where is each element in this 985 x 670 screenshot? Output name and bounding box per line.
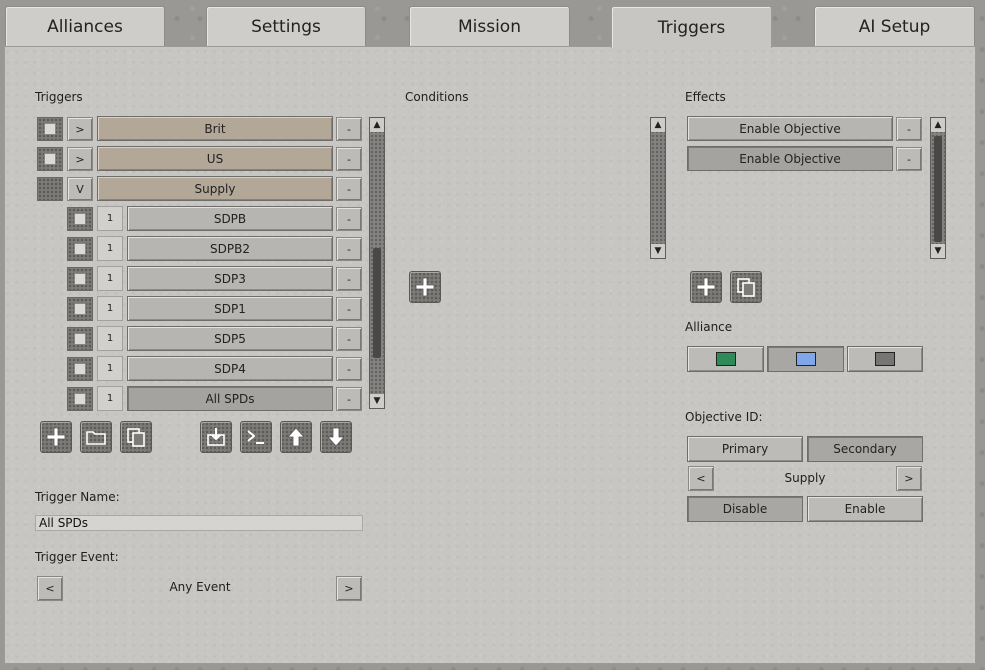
trigger-remove-button[interactable]: - — [336, 327, 362, 351]
trigger-remove-button[interactable]: - — [336, 357, 362, 381]
trigger-checkbox[interactable] — [67, 297, 93, 321]
effect-remove-button[interactable]: - — [896, 117, 922, 141]
trigger-checkbox[interactable] — [67, 357, 93, 381]
conditions-heading: Conditions — [405, 90, 469, 104]
event-next-button[interactable]: > — [336, 576, 362, 601]
alliance-green-button[interactable] — [687, 346, 764, 372]
trigger-count: 1 — [97, 296, 123, 321]
trigger-count: 1 — [97, 236, 123, 261]
trigger-event-value: Any Event — [169, 580, 231, 594]
effect-remove-button[interactable]: - — [896, 147, 922, 171]
trigger-item[interactable]: SDPB2 — [127, 236, 333, 261]
trigger-count: 1 — [97, 206, 123, 231]
trigger-item-selected[interactable]: All SPDs — [127, 386, 333, 411]
group-us[interactable]: US — [97, 146, 333, 171]
trigger-item[interactable]: SDP5 — [127, 326, 333, 351]
trigger-checkbox[interactable] — [67, 327, 93, 351]
trigger-remove-button[interactable]: - — [336, 207, 362, 231]
alliance-grey-button[interactable] — [847, 346, 923, 372]
triggers-heading: Triggers — [35, 90, 83, 104]
trigger-name-label: Trigger Name: — [35, 490, 120, 504]
alliance-color-swatch — [875, 352, 895, 366]
trigger-name-input[interactable]: All SPDs — [35, 515, 363, 531]
effects-scrollbar[interactable]: ▲ ▼ — [930, 117, 946, 259]
group-supply[interactable]: Supply — [97, 176, 333, 201]
add-icon[interactable] — [690, 271, 722, 303]
trigger-remove-button[interactable]: - — [336, 237, 362, 261]
effect-item[interactable]: Enable Objective — [687, 116, 893, 141]
move-down-icon[interactable] — [320, 421, 352, 453]
folder-icon[interactable] — [80, 421, 112, 453]
alliance-color-swatch — [795, 352, 816, 366]
scrollbar-thumb[interactable] — [934, 136, 942, 242]
trigger-count: 1 — [97, 386, 123, 411]
trigger-count: 1 — [97, 266, 123, 291]
enable-button[interactable]: Enable — [807, 496, 923, 522]
objective-id-label: Objective ID: — [685, 410, 763, 424]
alliance-color-swatch — [715, 352, 736, 366]
alliance-blue-button[interactable] — [767, 346, 844, 372]
scroll-up-arrow-icon[interactable]: ▲ — [370, 118, 384, 132]
trigger-remove-button[interactable]: - — [336, 387, 362, 411]
trigger-checkbox[interactable] — [67, 267, 93, 291]
primary-button[interactable]: Primary — [687, 436, 803, 462]
trigger-remove-button[interactable]: - — [336, 267, 362, 291]
conditions-scrollbar[interactable]: ▲ ▼ — [650, 117, 666, 259]
objective-next-button[interactable]: > — [896, 466, 922, 491]
scroll-down-arrow-icon[interactable]: ▼ — [370, 394, 384, 408]
scroll-up-arrow-icon[interactable]: ▲ — [651, 118, 665, 132]
trigger-item[interactable]: SDPB — [127, 206, 333, 231]
objective-prev-button[interactable]: < — [688, 466, 714, 491]
event-prev-button[interactable]: < — [37, 576, 63, 601]
group-supply-checkbox[interactable] — [37, 177, 63, 201]
trigger-event-label: Trigger Event: — [35, 550, 119, 564]
console-icon[interactable] — [240, 421, 272, 453]
trigger-count: 1 — [97, 356, 123, 381]
effect-item-selected[interactable]: Enable Objective — [687, 146, 893, 171]
triggers-scrollbar[interactable]: ▲ ▼ — [369, 117, 385, 409]
disable-button[interactable]: Disable — [687, 496, 803, 522]
trigger-checkbox[interactable] — [67, 207, 93, 231]
group-us-checkbox[interactable] — [37, 147, 63, 171]
effects-heading: Effects — [685, 90, 726, 104]
trigger-item[interactable]: SDP3 — [127, 266, 333, 291]
scroll-down-arrow-icon[interactable]: ▼ — [651, 244, 665, 258]
group-us-remove-button[interactable]: - — [336, 147, 362, 171]
group-supply-expander[interactable]: V — [67, 177, 93, 201]
group-supply-remove-button[interactable]: - — [336, 177, 362, 201]
trigger-checkbox[interactable] — [67, 387, 93, 411]
trigger-item[interactable]: SDP4 — [127, 356, 333, 381]
trigger-remove-button[interactable]: - — [336, 297, 362, 321]
alliance-label: Alliance — [685, 320, 733, 334]
add-icon[interactable] — [40, 421, 72, 453]
group-brit[interactable]: Brit — [97, 116, 333, 141]
add-icon[interactable] — [409, 271, 441, 303]
scroll-down-arrow-icon[interactable]: ▼ — [931, 244, 945, 258]
import-icon[interactable] — [200, 421, 232, 453]
objective-value: Supply — [784, 471, 826, 485]
group-brit-expander[interactable]: > — [67, 117, 93, 141]
trigger-count: 1 — [97, 326, 123, 351]
move-up-icon[interactable] — [280, 421, 312, 453]
scroll-up-arrow-icon[interactable]: ▲ — [931, 118, 945, 132]
group-brit-checkbox[interactable] — [37, 117, 63, 141]
group-brit-remove-button[interactable]: - — [336, 117, 362, 141]
trigger-item[interactable]: SDP1 — [127, 296, 333, 321]
scrollbar-thumb[interactable] — [373, 248, 381, 358]
group-us-expander[interactable]: > — [67, 147, 93, 171]
trigger-checkbox[interactable] — [67, 237, 93, 261]
copy-icon[interactable] — [730, 271, 762, 303]
secondary-button[interactable]: Secondary — [807, 436, 923, 462]
copy-icon[interactable] — [120, 421, 152, 453]
